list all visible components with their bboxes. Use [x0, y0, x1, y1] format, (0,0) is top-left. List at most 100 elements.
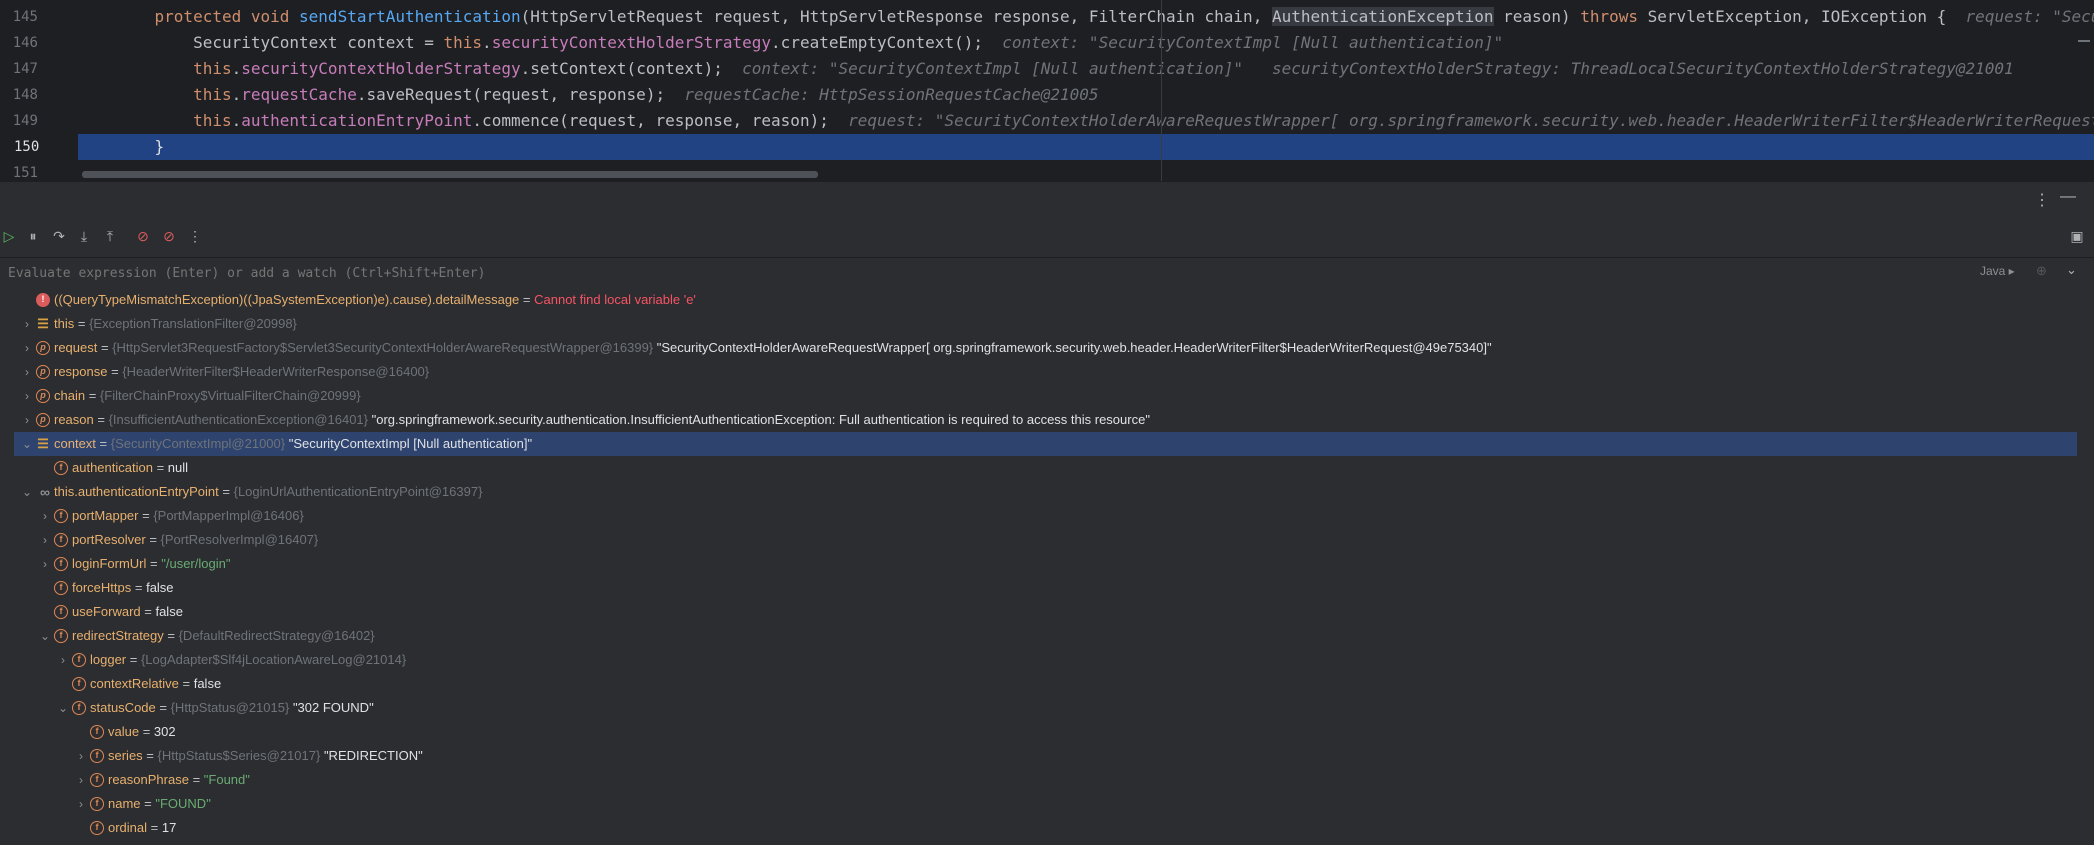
- expand-arrow-icon[interactable]: ›: [39, 504, 51, 528]
- equals-sign: =: [142, 748, 158, 763]
- inline-debug-value: request: "SecurityContextHolde: [1965, 7, 2094, 26]
- variable-row[interactable]: › f logger = {LogAdapter$Slf4jLocationAwar…: [0, 648, 2076, 672]
- step-into-icon[interactable]: ⤓: [75, 227, 93, 245]
- code-line[interactable]: 146 SecurityContext context = this.secur…: [0, 30, 2094, 56]
- variable-row[interactable]: f ordinal = 17: [0, 816, 2076, 840]
- code-text: protected void sendStartAuthentication(H…: [116, 4, 2094, 30]
- object-reference: {InsufficientAuthenticationException@164…: [108, 412, 369, 427]
- variable-row[interactable]: f authentication = null: [0, 456, 2076, 480]
- equals-sign: =: [188, 772, 204, 787]
- variable-row[interactable]: ⌄ ☰ context = {SecurityContextImpl@21000} …: [14, 432, 2077, 456]
- variable-row[interactable]: › p reason = {InsufficientAuthenticationEx…: [0, 408, 2076, 432]
- line-number: 146: [12, 35, 38, 51]
- variable-row[interactable]: ⌄ ∞ this.authenticationEntryPoint = {Login…: [0, 480, 2076, 504]
- variables-tree[interactable]: ! ((QueryTypeMismatchException)((JpaSyste…: [0, 288, 2094, 845]
- variable-row[interactable]: › f series = {HttpStatus$Series@21017} "RE…: [0, 744, 2076, 768]
- evaluate-expression-input[interactable]: [6, 261, 1910, 285]
- equals-sign: =: [93, 412, 109, 427]
- variable-row[interactable]: f forceHttps = false: [0, 576, 2076, 600]
- expand-arrow-icon[interactable]: ›: [39, 552, 51, 576]
- code-text: this.authenticationEntryPoint.commence(r…: [116, 108, 2094, 134]
- add-watch-icon[interactable]: ⊕: [2036, 263, 2047, 279]
- field-icon: f: [54, 557, 68, 571]
- variable-row[interactable]: › f name = "FOUND": [0, 792, 2076, 816]
- variable-value: "org.springframework.security.authentica…: [368, 412, 1150, 427]
- line-number: 145: [12, 9, 38, 25]
- expand-arrow-icon[interactable]: ›: [21, 384, 33, 408]
- variable-row[interactable]: › ☰ this = {ExceptionTranslationFilter@209…: [0, 312, 2076, 336]
- language-selector[interactable]: Java ▸: [1980, 264, 2015, 278]
- code-line[interactable]: 149 this.authenticationEntryPoint.commen…: [0, 108, 2094, 134]
- code-line[interactable]: 150 }: [0, 134, 2094, 160]
- layout-icon[interactable]: ▣: [2068, 227, 2086, 245]
- code-text: }: [116, 134, 165, 160]
- code-line[interactable]: 147 this.securityContextHolderStrategy.s…: [0, 56, 2094, 82]
- expand-arrow-icon[interactable]: ›: [75, 792, 87, 816]
- object-icon: ☰: [37, 436, 49, 451]
- variable-row[interactable]: › f portResolver = {PortResolverImpl@16407…: [0, 528, 2076, 552]
- collapse-arrow-icon[interactable]: ⌄: [39, 624, 51, 648]
- equals-sign: =: [147, 820, 162, 835]
- collapse-arrow-icon[interactable]: ⌄: [57, 696, 69, 720]
- field-icon: f: [90, 749, 104, 763]
- step-over-icon[interactable]: ↷: [50, 227, 68, 245]
- step-out-icon[interactable]: ⤒: [101, 227, 119, 245]
- variable-value: "302 FOUND": [289, 700, 374, 715]
- variable-text: statusCode = {HttpStatus@21015} "302 FOU…: [90, 696, 374, 720]
- variable-row[interactable]: › f portMapper = {PortMapperImpl@16406}: [0, 504, 2076, 528]
- code-line[interactable]: 145 protected void sendStartAuthenticati…: [0, 4, 2094, 30]
- watch-error-row[interactable]: ! ((QueryTypeMismatchException)((JpaSyste…: [0, 288, 2076, 312]
- variable-value: "SecurityContextImpl [Null authenticatio…: [285, 436, 533, 451]
- expand-arrow-icon[interactable]: ›: [75, 744, 87, 768]
- code-token: ServletException, IOException {: [1647, 7, 1966, 26]
- variable-name: name: [108, 796, 141, 811]
- object-reference: {PortResolverImpl@16407}: [160, 532, 319, 547]
- expand-arrow-icon[interactable]: ›: [21, 312, 33, 336]
- code-token: this: [193, 85, 232, 104]
- object-reference: {FilterChainProxy$VirtualFilterChain@209…: [99, 388, 361, 403]
- code-line[interactable]: 148 this.requestCache.saveRequest(reques…: [0, 82, 2094, 108]
- expand-arrow-icon[interactable]: ›: [21, 360, 33, 384]
- variable-row[interactable]: f value = 302: [0, 720, 2076, 744]
- code-token: (HttpServletRequest request, HttpServlet…: [520, 7, 1272, 26]
- more-icon[interactable]: ⋮: [186, 227, 204, 245]
- variable-row[interactable]: › p response = {HeaderWriterFilter$HeaderW…: [0, 360, 2076, 384]
- code-token: .: [482, 33, 492, 52]
- variable-name: context: [54, 436, 96, 451]
- variable-row[interactable]: f useForward = false: [0, 600, 2076, 624]
- variable-text: name = "FOUND": [108, 792, 211, 816]
- variable-row[interactable]: › p chain = {FilterChainProxy$VirtualFilte…: [0, 384, 2076, 408]
- variable-text: useForward = false: [72, 600, 183, 624]
- variable-row[interactable]: › f loginFormUrl = "/user/login": [0, 552, 2076, 576]
- horizontal-scrollbar[interactable]: [82, 171, 818, 178]
- expand-arrow-icon[interactable]: ›: [57, 648, 69, 672]
- resume-icon[interactable]: ▷: [0, 227, 18, 245]
- variable-value: false: [155, 604, 183, 619]
- minimize-icon[interactable]: —: [2060, 188, 2076, 206]
- variable-row[interactable]: ⌄ f statusCode = {HttpStatus@21015} "302 F…: [0, 696, 2076, 720]
- options-menu-icon[interactable]: ⋮: [2034, 190, 2050, 210]
- expand-arrow-icon[interactable]: ›: [21, 336, 33, 360]
- pause-icon[interactable]: ⏸: [24, 227, 42, 245]
- expand-arrow-icon[interactable]: ›: [75, 768, 87, 792]
- expand-arrow-icon[interactable]: ›: [39, 528, 51, 552]
- object-reference: {DefaultRedirectStrategy@16402}: [178, 628, 375, 643]
- collapse-arrow-icon[interactable]: ⌄: [21, 480, 33, 504]
- code-editor[interactable]: 145 protected void sendStartAuthenticati…: [0, 0, 2094, 181]
- view-breakpoints-icon[interactable]: ⊘: [134, 227, 152, 245]
- line-number: 148: [12, 87, 38, 103]
- object-reference: {HeaderWriterFilter$HeaderWriterResponse…: [122, 364, 430, 379]
- variable-row[interactable]: ⌄ f redirectStrategy = {DefaultRedirectStr…: [0, 624, 2076, 648]
- expand-icon[interactable]: ⌄: [2066, 262, 2077, 278]
- variable-row[interactable]: › p request = {HttpServlet3RequestFactory$…: [0, 336, 2076, 360]
- variable-value: "Found": [203, 772, 250, 787]
- field-icon: f: [54, 629, 68, 643]
- collapse-arrow-icon[interactable]: ⌄: [21, 432, 33, 456]
- expand-arrow-icon[interactable]: ›: [21, 408, 33, 432]
- variable-row[interactable]: › f reasonPhrase = "Found": [0, 768, 2076, 792]
- variable-row[interactable]: f contextRelative = false: [0, 672, 2076, 696]
- variable-name: this: [54, 316, 75, 331]
- mute-breakpoints-icon[interactable]: ⊘: [160, 227, 178, 245]
